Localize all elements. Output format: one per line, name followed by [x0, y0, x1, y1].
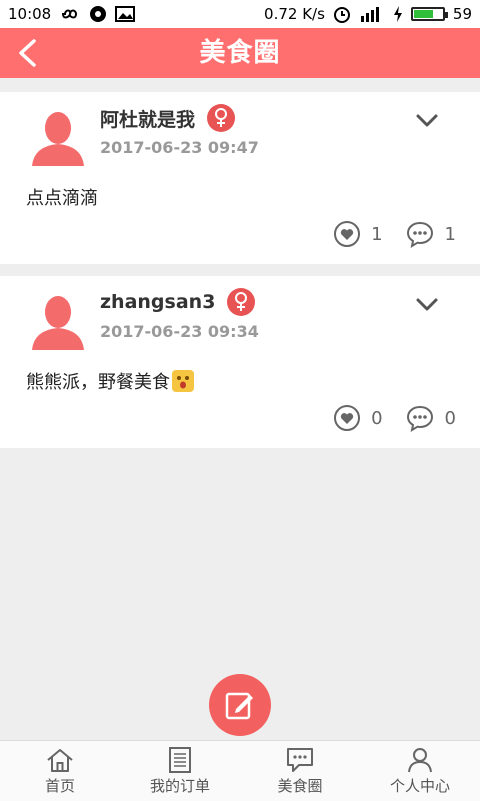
heart-icon — [334, 405, 361, 431]
home-icon — [47, 749, 73, 772]
chevron-down-icon — [416, 298, 438, 311]
post-text: 熊熊派，野餐美食 — [26, 372, 170, 393]
comment-icon — [406, 221, 433, 248]
gallery-icon — [115, 6, 136, 22]
nav-food-circle-label: 美食圈 — [277, 777, 323, 795]
post-card: zhangsan3 2017-06-23 09:34 熊熊派，野餐美食 0 0 — [0, 276, 480, 448]
post-text: 点点滴滴 — [26, 188, 98, 209]
bottom-navigation: 首页 我的订单 美食圈 个人中心 — [0, 740, 480, 801]
comment-button[interactable]: 1 — [405, 220, 456, 248]
post-username[interactable]: 阿杜就是我 — [100, 105, 195, 132]
more-options-button[interactable] — [414, 294, 440, 314]
nav-orders-label: 我的订单 — [149, 777, 210, 795]
battery-level: 59 — [452, 5, 472, 23]
post-timestamp: 2017-06-23 09:47 — [100, 138, 259, 157]
app-header: 美食圈 — [0, 28, 480, 78]
like-count: 0 — [371, 407, 383, 429]
emoji-icon — [172, 370, 194, 392]
comment-icon — [406, 405, 433, 432]
nav-profile[interactable]: 个人中心 — [360, 741, 480, 801]
aperture-icon — [89, 5, 107, 23]
chevron-down-icon — [416, 114, 438, 127]
post-feed: 阿杜就是我 2017-06-23 09:47 点点滴滴 1 1 zhangsan… — [0, 92, 480, 460]
female-icon — [207, 104, 236, 132]
post-timestamp: 2017-06-23 09:34 — [100, 322, 259, 341]
alarm-icon — [333, 5, 351, 23]
comment-count: 0 — [444, 407, 456, 429]
post-username[interactable]: zhangsan3 — [100, 291, 215, 313]
chat-bubble-icon — [287, 748, 313, 772]
nav-profile-label: 个人中心 — [389, 777, 450, 795]
like-button[interactable]: 1 — [333, 220, 383, 248]
post-card: 阿杜就是我 2017-06-23 09:47 点点滴滴 1 1 — [0, 92, 480, 264]
page-title: 美食圈 — [199, 38, 281, 68]
user-avatar-icon — [32, 112, 84, 166]
more-options-button[interactable] — [414, 110, 440, 130]
status-bar: 10:08 0.72 K/s 59 — [0, 0, 480, 28]
compose-post-button[interactable] — [209, 674, 271, 736]
female-icon — [227, 288, 256, 316]
heart-icon — [334, 221, 361, 247]
order-list-icon — [169, 747, 191, 773]
avatar[interactable] — [28, 294, 88, 350]
nav-orders[interactable]: 我的订单 — [120, 741, 240, 801]
comment-button[interactable]: 0 — [405, 404, 456, 432]
like-count: 1 — [371, 223, 383, 245]
battery-icon — [410, 7, 448, 21]
user-icon — [408, 748, 432, 773]
charging-icon — [393, 6, 403, 22]
comment-count: 1 — [444, 223, 456, 245]
like-button[interactable]: 0 — [333, 404, 383, 432]
user-avatar-icon — [32, 296, 84, 350]
signal-icon — [359, 6, 385, 22]
nav-food-circle[interactable]: 美食圈 — [240, 741, 360, 801]
infinity-icon — [59, 7, 81, 21]
avatar[interactable] — [28, 110, 88, 166]
nav-home[interactable]: 首页 — [0, 741, 120, 801]
status-time: 10:08 — [8, 5, 52, 23]
edit-icon — [225, 692, 253, 720]
network-speed: 0.72 K/s — [264, 5, 325, 23]
nav-home-label: 首页 — [44, 777, 75, 795]
